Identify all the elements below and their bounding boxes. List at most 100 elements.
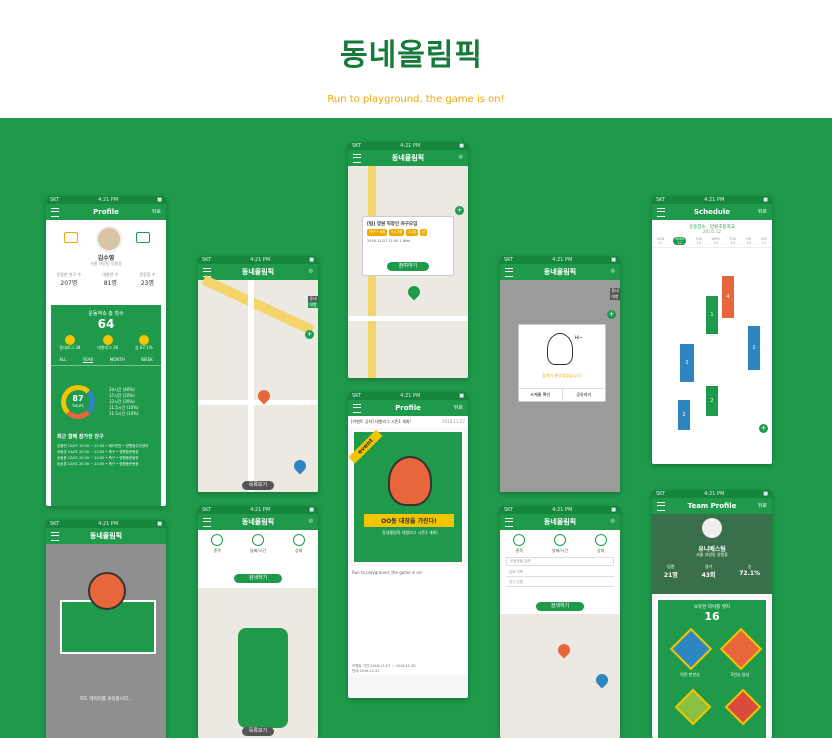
search-panel: 종목 날짜/시간 상태 운동장을 검색 날짜 선택 참가 인원 검색하기 [500,530,620,614]
menu-icon[interactable] [51,532,59,541]
user-sub: 서울 자양동 양원동 [90,261,122,266]
status-bar: SKT 4:21 PM ■ [348,392,468,400]
sport-option[interactable]: 종목 [211,534,224,554]
list-view-button[interactable]: 목록보기 [242,727,274,736]
back-button[interactable]: 뒤로 [758,208,767,215]
status-bar: SKT 4:21 PM ■ [46,520,166,528]
search-button[interactable]: 검색하기 [536,602,584,611]
menu-icon[interactable] [203,518,211,527]
schedule-block[interactable]: 2 [680,344,694,382]
share-button[interactable]: 공유하기 [563,389,606,401]
menu-icon[interactable] [353,154,361,163]
tab-all[interactable]: ALL [59,357,66,363]
status-bar: SKT 4:21 PM ■ [652,196,772,204]
notice-row[interactable]: [이벤트 공지] 대항리그 시즌1 개최! 2016.11.07 [348,416,468,428]
date-field[interactable]: 날짜 선택 [506,569,614,577]
add-button[interactable]: + [607,310,616,319]
badge-crown-icon[interactable] [719,627,763,671]
add-button[interactable]: + [455,206,464,215]
status-bar: SKT 4:21 PM ■ [198,506,318,514]
map-view[interactable]: 목록보기 [198,588,318,738]
tab-year[interactable]: YEAR [82,357,94,363]
schedule-block[interactable]: 4 [722,276,734,318]
tag-row: 야구 • 6명 9/12명 20대 남 [367,229,428,236]
status-option[interactable]: 상태 [594,534,607,554]
people-field[interactable]: 참가 인원 [506,579,614,587]
target-icon[interactable]: ◎ [611,518,615,524]
search-screen: SKT 4:21 PM ■ 동네올림픽 ◎ 종목 날짜/시간 상태 검색하기 목록보기 [198,506,318,738]
location-filter[interactable]: 운동장소 : 양원초등학교 [652,220,772,230]
menu-icon[interactable] [353,404,361,413]
map-view[interactable] [500,614,620,738]
menu-icon[interactable] [505,518,513,527]
badge-shuttle-icon[interactable] [674,688,712,726]
add-button[interactable]: + [759,424,768,433]
search-input[interactable]: 운동장을 검색 [506,557,614,566]
list-view-button[interactable]: 목록보기 [242,481,274,490]
back-button[interactable]: 뒤로 [152,208,161,215]
badge-fist-icon[interactable] [669,627,713,671]
status-bar: SKT 4:21 PM ■ [652,490,772,498]
appbar: 동네올림픽 ◎ [198,264,318,280]
status-option[interactable]: 상태 [292,534,305,554]
map-pin[interactable] [555,641,573,659]
success-screen: SKT 4:21 PM ■ 동네올림픽 ◎ 동네 대항 Hi~ 참여가 완료되었습니다… [500,256,620,492]
time-option[interactable]: 날짜/시간 [250,534,266,554]
event-banner[interactable]: event OO동 대장을 가린다! 동네올림픽 대항리그 시즌1 개최! [348,429,464,564]
recent-list: 김종민 12/07 19:30 ~ 21:00 • 배드민턴 • 양원동주민센터… [57,443,148,467]
schedule-block[interactable]: 1 [748,326,760,370]
add-button[interactable]: + [305,330,314,339]
stats-card: 운동약속 총 횟수 64 동네리그 38 대항리그 26 승 67.1% ALL… [48,302,164,506]
menu-icon[interactable] [657,502,665,511]
total-value: 64 [97,317,115,331]
person-icon[interactable] [136,232,150,243]
target-icon[interactable]: ◎ [611,268,615,274]
flag-icon [64,335,75,345]
menu-icon[interactable] [657,208,665,217]
schedule-block[interactable]: 2 [678,400,690,430]
sport-option[interactable]: 종목 [513,534,526,554]
badge-shield-icon[interactable] [724,688,762,726]
badge-label: 5연승 달성 [730,672,750,677]
schedule-block[interactable]: 1 [706,296,718,334]
schedule-check-button[interactable]: 스케줄 확인 [519,389,563,401]
recent-title: 최근 함께 참가한 친구 [57,434,104,440]
month-label[interactable]: 2016.12 [652,230,772,235]
target-icon[interactable]: ◎ [309,518,313,524]
loading-message: 지도 데이터를 로딩합니다... [79,697,133,702]
success-message: 참여가 완료되었습니다! [542,373,582,378]
schedule-block[interactable]: 2 [706,386,718,416]
map-pin[interactable] [405,283,423,301]
chat-icon[interactable] [64,232,78,243]
target-icon[interactable]: ◎ [309,268,313,274]
greeting: Hi~ [575,335,583,340]
join-button[interactable]: 참여하기 [387,262,429,271]
tab-versus[interactable]: 대항 [610,294,620,300]
meeting-popup[interactable]: [팀] 양원 직장인 야구모임 야구 • 6명 9/12명 20대 남 2016… [362,216,454,276]
map-view[interactable]: + 동네 대항 목록보기 [198,275,318,492]
map-view[interactable]: 동네 대항 Hi~ 참여가 완료되었습니다! 스케줄 확인 공유하기 + [500,280,620,492]
appbar-logo: 동네올림픽 [241,268,275,276]
tab-week[interactable]: WEEK [141,357,153,363]
search-button[interactable]: 검색하기 [234,574,282,583]
status-bar: SKT 4:21 PM ■ [500,256,620,264]
badge-title: 보유한 타이틀 뱃지 [694,605,730,610]
tab-versus[interactable]: 대항 [308,302,318,308]
menu-icon[interactable] [505,268,513,277]
back-button[interactable]: 뒤로 [758,502,767,509]
page-title: Schedule [693,208,731,216]
badge-label: 역전 한판승 [680,672,700,677]
map-pin[interactable] [291,457,309,475]
target-icon[interactable]: ◎ [459,154,463,160]
map-pin[interactable] [593,671,611,689]
screens-stage: SKT 4:21 PM ■ Profile 뒤로 김수영 서울 자양동 양원동 운동… [0,118,832,738]
week-header: SUN 11 MON 12 TUE 13 WED 14 THU 15 FRI 16 SAT 1… [652,237,772,248]
team-avatar [702,518,722,538]
tab-month[interactable]: MONTH [110,357,125,363]
menu-icon[interactable] [51,208,59,217]
time-option[interactable]: 날짜/시간 [552,534,568,554]
event-body: Run to playground, the game is on! [348,566,468,664]
back-button[interactable]: 뒤로 [454,404,463,411]
list-item[interactable]: 김승훈 12/01 20:30 ~ 22:00 • 축구 • 양원동운동장 [57,461,148,467]
map-view[interactable]: [팀] 양원 직장인 야구모임 야구 • 6명 9/12명 20대 남 2016… [348,166,468,378]
